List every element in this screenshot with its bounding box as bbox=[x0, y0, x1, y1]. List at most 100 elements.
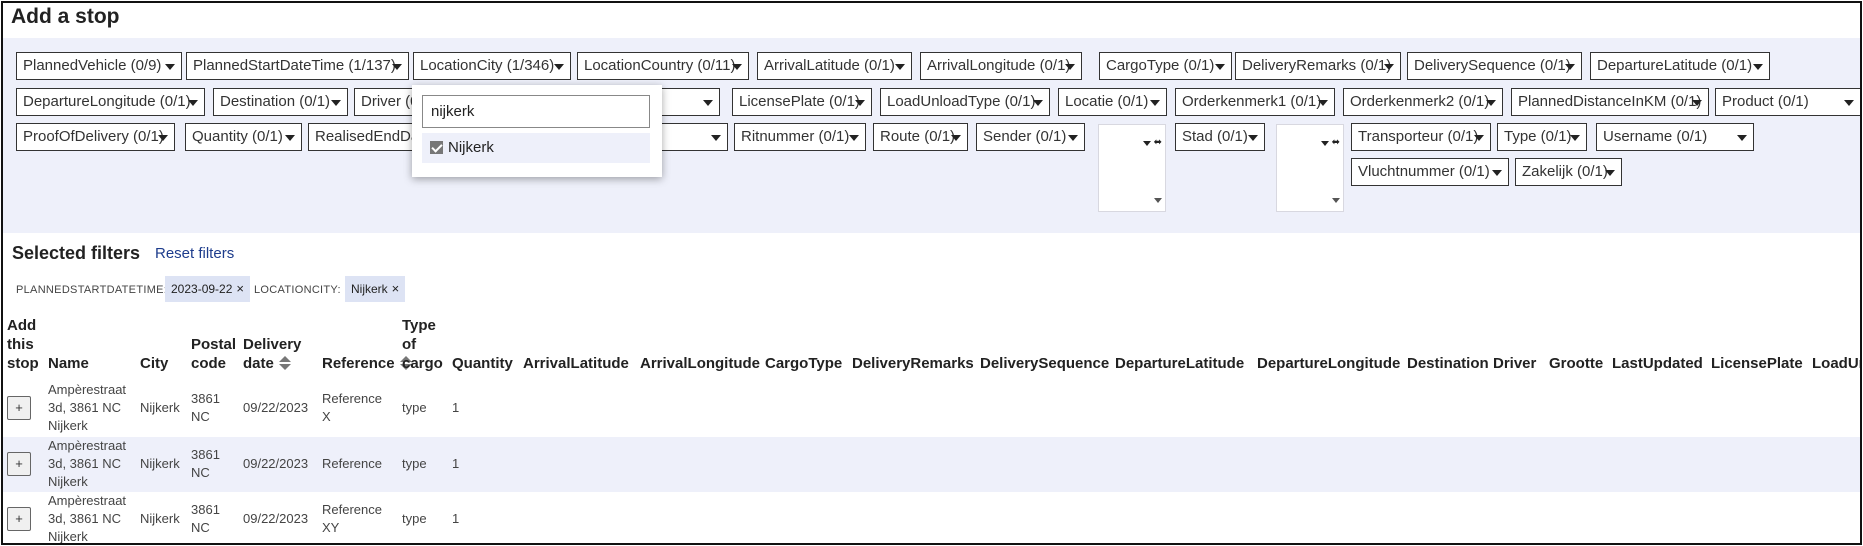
table-row: + Ampèrestraat 3d, 3861 NC Nijkerk Nijkerk 38… bbox=[3, 492, 1860, 543]
header-line: Driver bbox=[1493, 355, 1537, 372]
table-cell: type bbox=[402, 511, 427, 526]
add-stop-button[interactable]: + bbox=[7, 452, 31, 476]
header-line-wrap: Reference bbox=[322, 354, 412, 373]
column-header: Grootte bbox=[1549, 354, 1603, 373]
add-stop-button[interactable]: + bbox=[7, 396, 31, 420]
filter-button[interactable]: DeliveryRemarks (0/1) bbox=[1235, 52, 1401, 80]
column-header[interactable]: Delivery date bbox=[243, 335, 301, 373]
column-header: ArrivalLatitude bbox=[523, 354, 629, 373]
filter-button[interactable]: Orderkenmerk2 (0/1) bbox=[1343, 88, 1503, 116]
filter-button[interactable]: LicensePlate (0/1) bbox=[732, 88, 872, 116]
table-cell: 1 bbox=[452, 400, 460, 415]
column-header: Add this stop bbox=[7, 316, 39, 373]
chevron-down-icon bbox=[951, 135, 961, 141]
chevron-down-icon bbox=[1486, 100, 1496, 106]
filter-button[interactable]: Orderkenmerk1 (0/1) bbox=[1175, 88, 1335, 116]
filter-button[interactable]: ProofOfDelivery (0/1) bbox=[16, 123, 175, 151]
header-line: stop bbox=[7, 355, 39, 372]
column-header: LastUpdated bbox=[1612, 354, 1703, 373]
filter-button[interactable]: Type (0/1) bbox=[1497, 123, 1587, 151]
column-header: Type of cargo bbox=[402, 316, 443, 373]
filter-button[interactable]: PlannedDistanceInKM (0/1) bbox=[1511, 88, 1709, 116]
table-cell: 3861 NC bbox=[191, 390, 220, 426]
filter-label: DepartureLongitude (0/1) bbox=[23, 93, 191, 110]
filter-button[interactable]: ArrivalLatitude (0/1) bbox=[757, 52, 912, 80]
filter-label: Quantity (0/1) bbox=[192, 128, 283, 145]
header-line: date bbox=[243, 355, 274, 372]
filter-label: PlannedVehicle (0/9) bbox=[23, 57, 162, 74]
table-cell: Ampèrestraat 3d, 3861 NC Nijkerk bbox=[48, 437, 126, 491]
filter-button[interactable]: Vluchtnummer (0/1) bbox=[1351, 158, 1509, 186]
chevron-down-icon bbox=[711, 135, 721, 141]
filter-button[interactable]: LocationCountry (0/11) bbox=[577, 52, 749, 80]
chevron-down-icon bbox=[703, 100, 713, 106]
filter-button[interactable]: ArrivalLongitude (0/1) bbox=[920, 52, 1082, 80]
sort-icon[interactable] bbox=[278, 355, 291, 371]
clear-icon: ⬌ bbox=[1331, 137, 1340, 148]
chevron-down-icon bbox=[1753, 64, 1763, 70]
filter-button[interactable]: Transporteur (0/1) bbox=[1351, 123, 1491, 151]
filter-button[interactable]: PlannedVehicle (0/9) bbox=[16, 52, 182, 80]
filter-button[interactable]: DepartureLatitude (0/1) bbox=[1590, 52, 1770, 80]
add-stop-button[interactable]: + bbox=[7, 507, 31, 531]
table-cell: 1 bbox=[452, 511, 460, 526]
chevron-down-icon bbox=[1248, 135, 1258, 141]
filter-button[interactable]: Zakelijk (0/1) bbox=[1515, 158, 1622, 186]
filter-label: LocationCity (1/346) bbox=[420, 57, 555, 74]
chip-value: Nijkerk bbox=[351, 282, 388, 296]
option-checkbox[interactable] bbox=[430, 141, 443, 154]
header-line: Type bbox=[402, 317, 436, 334]
close-icon[interactable]: × bbox=[392, 281, 400, 296]
cell-line: Reference bbox=[322, 391, 382, 406]
header-line: Reference bbox=[322, 355, 395, 372]
filter-button[interactable]: Product (0/1) bbox=[1715, 88, 1860, 116]
empty-filter-select[interactable]: ⬌ bbox=[1098, 124, 1166, 212]
dropdown-option-nijkerk[interactable]: Nijkerk bbox=[422, 133, 650, 163]
filter-button[interactable]: LoadUnloadType (0/1) bbox=[880, 88, 1050, 116]
table-cell: Reference bbox=[322, 455, 382, 473]
filter-button[interactable]: LocationCity (1/346) bbox=[413, 52, 571, 80]
filter-button[interactable]: Destination (0/1) bbox=[213, 88, 348, 116]
chevron-down-icon bbox=[1033, 100, 1043, 106]
filter-button[interactable]: Locatie (0/1) bbox=[1058, 88, 1167, 116]
dropdown-search-input[interactable] bbox=[422, 95, 650, 128]
filter-button[interactable]: DeliverySequence (0/1) bbox=[1407, 52, 1582, 80]
filter-label: Stad (0/1) bbox=[1182, 128, 1248, 145]
chevron-down-icon bbox=[331, 100, 341, 106]
reset-filters-link[interactable]: Reset filters bbox=[155, 245, 234, 262]
option-label: Nijkerk bbox=[448, 139, 494, 156]
filter-label: Sender (0/1) bbox=[983, 128, 1067, 145]
filter-button[interactable]: DepartureLongitude (0/1) bbox=[16, 88, 205, 116]
table-cell: Nijkerk bbox=[140, 511, 180, 526]
filter-button[interactable]: Route (0/1) bbox=[873, 123, 968, 151]
header-line: LoadUnloadType bbox=[1812, 355, 1860, 372]
filter-label: DeliveryRemarks (0/1) bbox=[1242, 57, 1392, 74]
filters-panel: PlannedVehicle (0/9) PlannedStartDateTime… bbox=[3, 38, 1860, 233]
clear-icon: ⬌ bbox=[1153, 137, 1162, 148]
chevron-down-icon bbox=[1492, 170, 1502, 176]
filter-label: PlannedDistanceInKM (0/1) bbox=[1518, 93, 1702, 110]
chevron-down-icon bbox=[1143, 141, 1151, 146]
filter-label: DepartureLatitude (0/1) bbox=[1597, 57, 1753, 74]
column-header: LicensePlate bbox=[1711, 354, 1803, 373]
filter-button[interactable]: Ritnummer (0/1) bbox=[734, 123, 866, 151]
filter-button[interactable]: CargoType (0/1) bbox=[1099, 52, 1232, 80]
header-line: LastUpdated bbox=[1612, 355, 1703, 372]
empty-filter-select[interactable]: ⬌ bbox=[1276, 124, 1344, 212]
header-line: ArrivalLongitude bbox=[640, 355, 761, 372]
close-icon[interactable]: × bbox=[236, 281, 244, 296]
filter-button[interactable]: Stad (0/1) bbox=[1175, 123, 1265, 151]
chevron-down-icon bbox=[1844, 100, 1854, 106]
filter-label: Locatie (0/1) bbox=[1065, 93, 1149, 110]
cell-line: X bbox=[322, 409, 331, 424]
cell-line: 3d, 3861 NC bbox=[48, 400, 121, 415]
column-header[interactable]: Reference bbox=[322, 354, 412, 373]
filter-button[interactable]: Username (0/1) bbox=[1596, 123, 1754, 151]
filter-button[interactable]: Sender (0/1) bbox=[976, 123, 1085, 151]
header-line: Delivery bbox=[243, 336, 302, 353]
chevron-down-icon bbox=[1605, 170, 1615, 176]
chevron-down-icon bbox=[1692, 100, 1702, 106]
header-line: DepartureLatitude bbox=[1115, 355, 1245, 372]
filter-button[interactable]: Quantity (0/1) bbox=[185, 123, 302, 151]
filter-button[interactable]: PlannedStartDateTime (1/137) bbox=[186, 52, 409, 80]
